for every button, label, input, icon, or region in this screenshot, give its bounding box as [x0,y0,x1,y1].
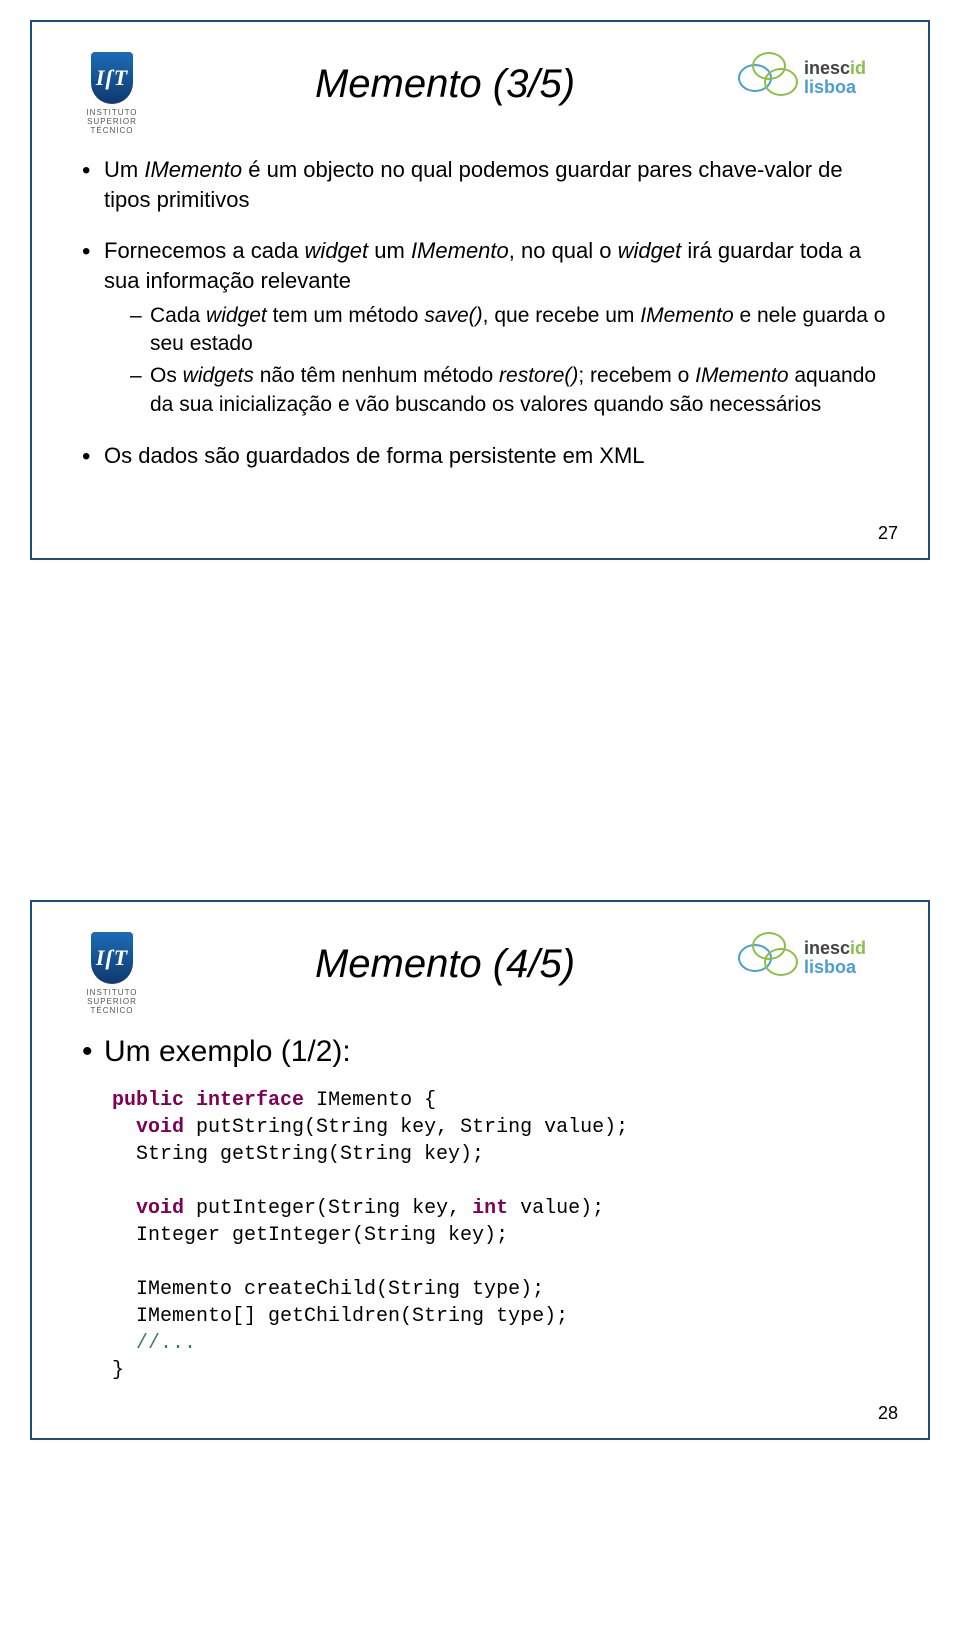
ist-line3: TÉCNICO [91,126,134,135]
code: Integer getInteger(String key); [112,1224,508,1247]
text-italic: IMemento [411,238,509,263]
text-italic: widget [206,304,267,327]
code [184,1089,196,1112]
inesc-bottom: lisboa [804,78,866,96]
bullet-1: Um IMemento é um objecto no qual podemos… [82,155,888,214]
ist-line2: SUPERIOR [87,997,137,1006]
inesc-top: inesc [804,938,850,958]
text-italic: widget [618,238,682,263]
slide-header: IſT INSTITUTO SUPERIOR TÉCNICO Memento (… [72,52,888,135]
inesc-bottom: lisboa [804,958,866,976]
slide-header: IſT INSTITUTO SUPERIOR TÉCNICO Memento (… [72,932,888,1015]
kw: int [472,1197,508,1220]
inesc-logo: inescid lisboa [738,932,888,982]
kw: void [136,1116,184,1139]
sub-bullet-2: Os widgets não têm nenhum método restore… [130,362,888,419]
page-number: 27 [878,523,898,544]
slide-content: Um IMemento é um objecto no qual podemos… [82,155,888,471]
sub-bullet-1: Cada widget tem um método save(), que re… [130,302,888,359]
ist-line3: TÉCNICO [91,1006,134,1015]
inesc-top: inesc [804,58,850,78]
code [112,1197,136,1220]
code: String getString(String key); [112,1143,484,1166]
subtitle: Um exemplo (1/2): [82,1035,888,1069]
ist-shield-icon: IſT [91,52,133,104]
code: } [112,1359,124,1382]
slide-2: IſT INSTITUTO SUPERIOR TÉCNICO Memento (… [30,900,930,1440]
slide-title: Memento (3/5) [152,62,738,107]
ist-logo: IſT INSTITUTO SUPERIOR TÉCNICO [72,932,152,1015]
inesc-rings-icon [738,52,798,102]
code: IMemento[] getChildren(String type); [112,1305,568,1328]
text: , no qual o [509,238,618,263]
ist-line1: INSTITUTO [86,988,137,997]
text: , que recebe um [483,304,641,327]
inesc-logo: inescid lisboa [738,52,888,102]
slide-1: IſT INSTITUTO SUPERIOR TÉCNICO Memento (… [30,20,930,560]
text-italic: widget [305,238,369,263]
text: Cada [150,304,206,327]
kw: interface [196,1089,304,1112]
text-italic: IMemento [640,304,733,327]
text: Um [104,157,144,182]
text-italic: restore() [499,364,578,387]
code: IMemento createChild(String type); [112,1278,544,1301]
code: IMemento { [304,1089,436,1112]
comment: //... [136,1332,196,1355]
code [112,1332,136,1355]
code [112,1116,136,1139]
text-italic: save() [424,304,482,327]
kw: void [136,1197,184,1220]
ist-logo: IſT INSTITUTO SUPERIOR TÉCNICO [72,52,152,135]
inesc-id: id [850,58,866,78]
page-number: 28 [878,1403,898,1424]
text: ; recebem o [578,364,695,387]
ist-shield-icon: IſT [91,932,133,984]
inesc-id: id [850,938,866,958]
text-italic: widgets [183,364,254,387]
text: tem um método [267,304,425,327]
text: Fornecemos a cada [104,238,305,263]
text: Os [150,364,183,387]
inesc-rings-icon [738,932,798,982]
text: não têm nenhum método [254,364,499,387]
ist-line2: SUPERIOR [87,117,137,126]
kw: public [112,1089,184,1112]
code: putString(String key, String value); [184,1116,628,1139]
slide-title: Memento (4/5) [152,942,738,987]
text: um [368,238,411,263]
ist-line1: INSTITUTO [86,108,137,117]
text-italic: IMemento [144,157,242,182]
code-block: public interface IMemento { void putStri… [112,1087,888,1384]
bullet-2: Fornecemos a cada widget um IMemento, no… [82,236,888,419]
text-italic: IMemento [695,364,788,387]
bullet-3: Os dados são guardados de forma persiste… [82,441,888,471]
